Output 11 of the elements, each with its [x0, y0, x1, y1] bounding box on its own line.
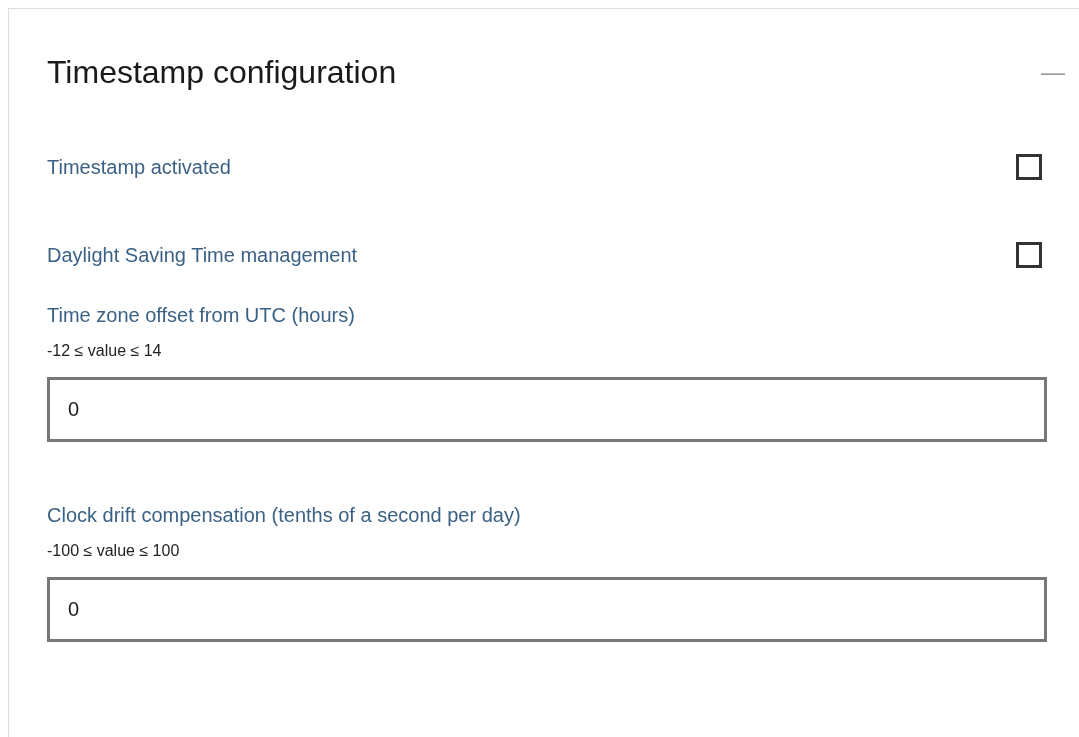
setting-label: Clock drift compensation (tenths of a second per day) — [47, 503, 522, 527]
panel-title: Timestamp configuration — [47, 53, 397, 91]
range-hint: -12 ≤ value ≤ 14 — [47, 341, 163, 361]
setting-label: Timestamp activated — [47, 155, 231, 179]
number-field[interactable]: 0 — [47, 577, 1047, 642]
checkbox[interactable] — [1016, 242, 1042, 268]
number-field[interactable]: 0 — [47, 377, 1047, 442]
setting-label: Daylight Saving Time management — [47, 243, 358, 267]
setting-label: Time zone offset from UTC (hours) — [47, 303, 356, 327]
range-hint: -100 ≤ value ≤ 100 — [47, 541, 181, 561]
checkbox[interactable] — [1016, 154, 1042, 180]
